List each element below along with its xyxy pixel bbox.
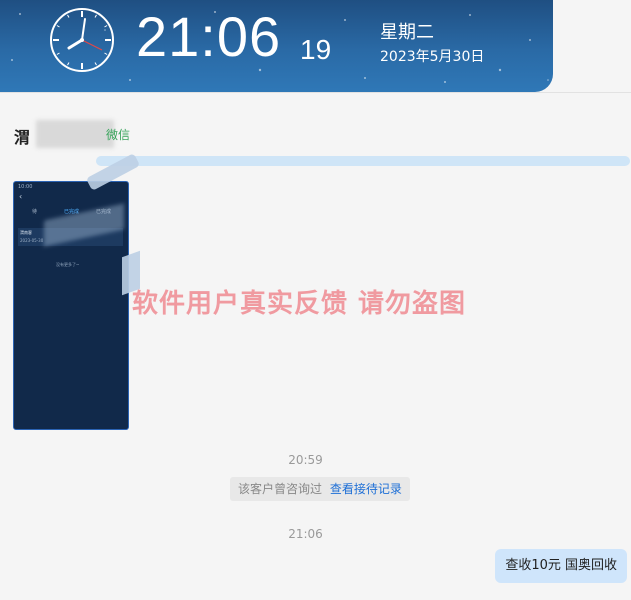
header-divider [0,92,631,93]
weekday-label: 星期二 [380,22,434,43]
view-reception-record-link[interactable]: 查看接待记录 [330,482,402,496]
date-label: 2023年5月30日 [380,49,485,65]
system-notice-text: 该客户曾咨询过 [238,482,323,496]
redaction-blur [36,120,114,148]
back-arrow-icon: ‹ [19,192,23,201]
phone-status-bar: 10:00 [18,184,33,190]
clock-widget: 21:06 19 星期二 2023年5月30日 [0,0,553,92]
contact-name[interactable]: 渭 [14,124,30,148]
phone-card-title: 渭南客 [20,230,32,235]
phone-card-subtitle: 2023-05-30 [20,238,44,243]
watermark-text: 软件用户真实反馈 请勿盗图 [132,289,467,319]
message-highlight-strip [96,156,630,166]
channel-tag: 微信 [106,128,131,142]
phone-tab-1: 待 [32,209,38,215]
message-timestamp: 20:59 [288,453,323,467]
image-message[interactable]: 10:00 ‹ 待 已完成 已完成 渭南客 2023-05-30 没有更多了~ [13,181,129,430]
phone-footer-text: 没有更多了~ [56,262,80,267]
digital-seconds: 19 [300,34,332,65]
system-notice: 该客户曾咨询过 查看接待记录 [230,477,410,501]
message-timestamp: 21:06 [288,527,323,541]
digital-time: 21:06 [136,5,282,68]
outgoing-message-bubble[interactable]: 查收10元 国奥回收 [495,549,627,583]
analog-clock-icon [50,8,114,72]
